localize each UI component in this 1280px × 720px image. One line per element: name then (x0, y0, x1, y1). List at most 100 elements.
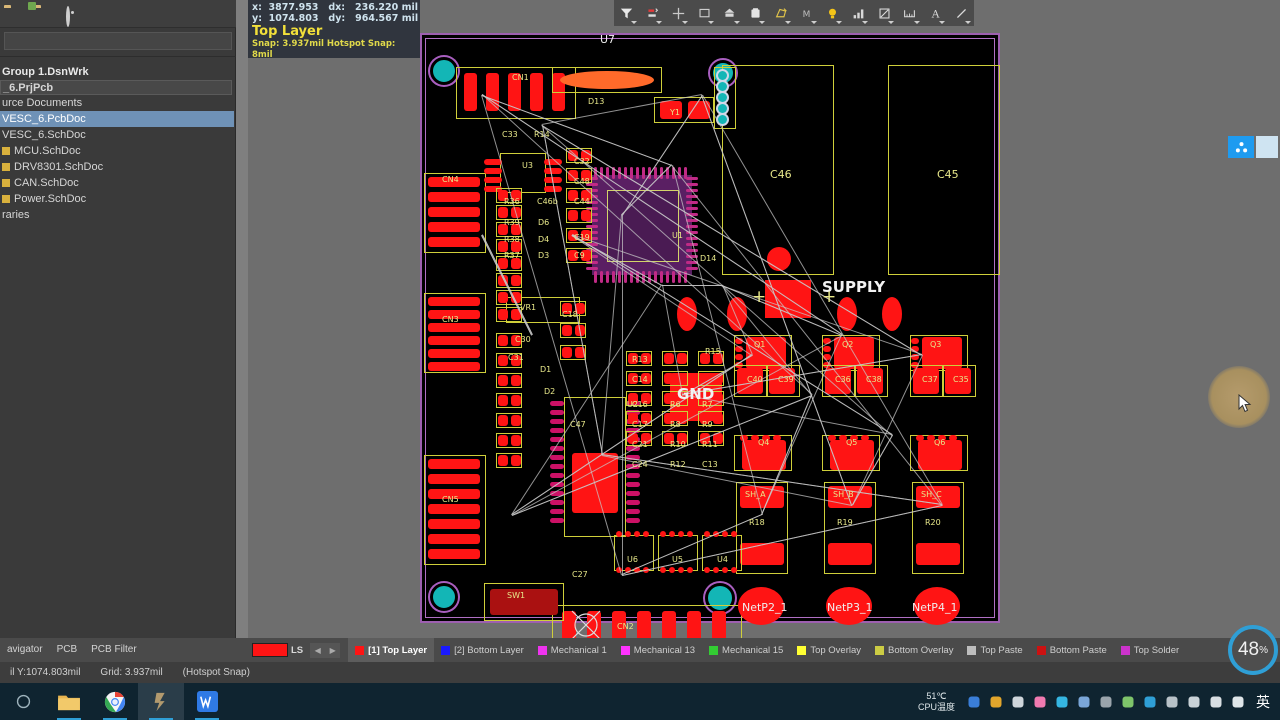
pcb-pad (916, 543, 960, 565)
pcb-pad (634, 531, 640, 537)
add-folder-icon[interactable] (34, 5, 54, 23)
layer-tab[interactable]: Top Solder (1114, 638, 1186, 662)
project-search-input[interactable] (4, 32, 232, 50)
status-line: il Y:1074.803mil Grid: 3.937mil (Hotspot… (0, 662, 1280, 683)
battery-icon[interactable] (1120, 694, 1135, 709)
component-designator: NetP4_1 (912, 601, 958, 614)
flower-icon[interactable] (1032, 694, 1047, 709)
photo-icon[interactable] (1054, 694, 1069, 709)
wifi-icon[interactable] (1186, 694, 1201, 709)
layer-tab-label: Top Overlay (810, 644, 861, 656)
measure-icon[interactable] (897, 1, 923, 25)
pcb-pad (686, 249, 698, 252)
tree-item-label: CAN.SchDoc (14, 177, 79, 189)
monitor-icon[interactable] (1098, 694, 1113, 709)
mic-icon[interactable] (1208, 694, 1223, 709)
mask-icon[interactable]: M (794, 1, 820, 25)
box-icon[interactable] (966, 694, 981, 709)
board-region-icon[interactable] (691, 1, 717, 25)
tree-item[interactable]: raries (0, 207, 236, 223)
tree-item[interactable]: Group 1.DsnWrk (0, 64, 236, 80)
line-icon[interactable] (948, 1, 974, 25)
pcb-pad (594, 271, 597, 283)
project-tree: Group 1.DsnWrk _6.PrjPcb urce Documents VES… (0, 64, 236, 223)
lamp-icon[interactable] (820, 1, 846, 25)
altium-designer[interactable] (138, 683, 184, 720)
open-folder-icon[interactable] (4, 5, 24, 23)
3d-body-icon[interactable] (743, 1, 769, 25)
tree-item[interactable]: MCU.SchDoc (0, 143, 236, 159)
pcb-pad (722, 531, 728, 537)
layer-tab[interactable]: Bottom Paste (1030, 638, 1114, 662)
layer-tab[interactable]: Mechanical 13 (614, 638, 702, 662)
gear-icon[interactable] (64, 5, 84, 27)
layer-color-swatch (709, 645, 719, 655)
pcb-pad (731, 531, 737, 537)
component-designator: C40 (747, 375, 763, 384)
user-icon[interactable] (1076, 694, 1091, 709)
panel-icon[interactable] (1256, 136, 1278, 158)
pcb-pad (428, 207, 480, 217)
pcb-pad (678, 567, 684, 573)
tree-item[interactable]: VESC_6.SchDoc (0, 127, 236, 143)
pcb-pad (618, 271, 621, 283)
chrome-tray-icon[interactable] (988, 694, 1003, 709)
keyboard-icon[interactable] (1010, 694, 1025, 709)
active-layer-swatch[interactable] (252, 643, 288, 657)
volume-icon[interactable] (1230, 694, 1245, 709)
text-icon[interactable]: A (923, 1, 949, 25)
layer-tab[interactable]: [1] Top Layer (348, 638, 435, 662)
tree-item[interactable]: Power.SchDoc (0, 191, 236, 207)
tree-item[interactable]: VESC_6.PcbDoc (0, 111, 234, 127)
net-color-icon[interactable] (640, 1, 666, 25)
panel-button[interactable]: PCB (50, 641, 85, 659)
layer-tab[interactable]: Top Paste (960, 638, 1029, 662)
pcb-pad (718, 82, 727, 91)
ime-language-indicator[interactable]: 英 (1252, 692, 1274, 712)
tree-item[interactable]: CAN.SchDoc (0, 175, 236, 191)
component-designator: R18 (749, 518, 765, 527)
panel-button[interactable]: PCB Filter (84, 641, 144, 659)
layer-color-swatch (797, 645, 807, 655)
panel-button[interactable]: avigator (0, 641, 50, 659)
layer-color-swatch (967, 645, 977, 655)
tree-item[interactable]: _6.PrjPcb (0, 80, 232, 95)
pcb-pad (660, 567, 666, 573)
pcb-pad (428, 349, 480, 358)
crosshair-icon[interactable] (665, 1, 691, 25)
bluetooth-icon[interactable] (1142, 694, 1157, 709)
status-grid: Grid: 3.937mil (100, 667, 163, 678)
tree-item[interactable]: urce Documents (0, 95, 236, 111)
bar-chart-icon[interactable] (845, 1, 871, 25)
file-explorer[interactable] (46, 683, 92, 720)
tree-item[interactable]: DRV8301.SchDoc (0, 159, 236, 175)
screen-share-icon[interactable] (1228, 136, 1254, 158)
layer-tab[interactable]: Mechanical 1 (531, 638, 614, 662)
panel-button-bar: avigator PCB PCB Filter (0, 638, 248, 662)
zoom-value: 48% (1237, 639, 1269, 660)
layer-tab[interactable]: Top Overlay (790, 638, 868, 662)
chevron-left-icon[interactable]: ◀ (310, 642, 326, 658)
pcb-canvas[interactable]: U7 CN1 CN4 CN3 CN5 CN2 U3 U1 Y1 VR1 SW1 GND SUPPLY C4… (248, 0, 1280, 638)
pcb-pad (626, 482, 640, 487)
pcb-pad (686, 207, 698, 210)
dock-icon[interactable] (1164, 694, 1179, 709)
pcb-pad (560, 71, 654, 89)
pcb-pad (530, 73, 543, 111)
pcb-pad (687, 531, 693, 537)
pcb-pad (626, 491, 640, 496)
pcb-pad (626, 518, 640, 523)
filter-icon[interactable] (614, 1, 640, 25)
polygon-pour-icon[interactable] (768, 1, 794, 25)
chevron-right-icon[interactable]: ▶ (325, 642, 341, 658)
layer-tab[interactable]: Bottom Overlay (868, 638, 960, 662)
panel-divider (0, 56, 236, 57)
layer-tab[interactable]: [2] Bottom Layer (434, 638, 531, 662)
chrome-browser[interactable] (92, 683, 138, 720)
layer-stack-icon[interactable] (871, 1, 897, 25)
start-button[interactable] (0, 683, 46, 720)
wps-office[interactable] (184, 683, 230, 720)
layer-color-swatch (1036, 645, 1046, 655)
board-planner-icon[interactable] (717, 1, 743, 25)
layer-tab[interactable]: Mechanical 15 (702, 638, 790, 662)
